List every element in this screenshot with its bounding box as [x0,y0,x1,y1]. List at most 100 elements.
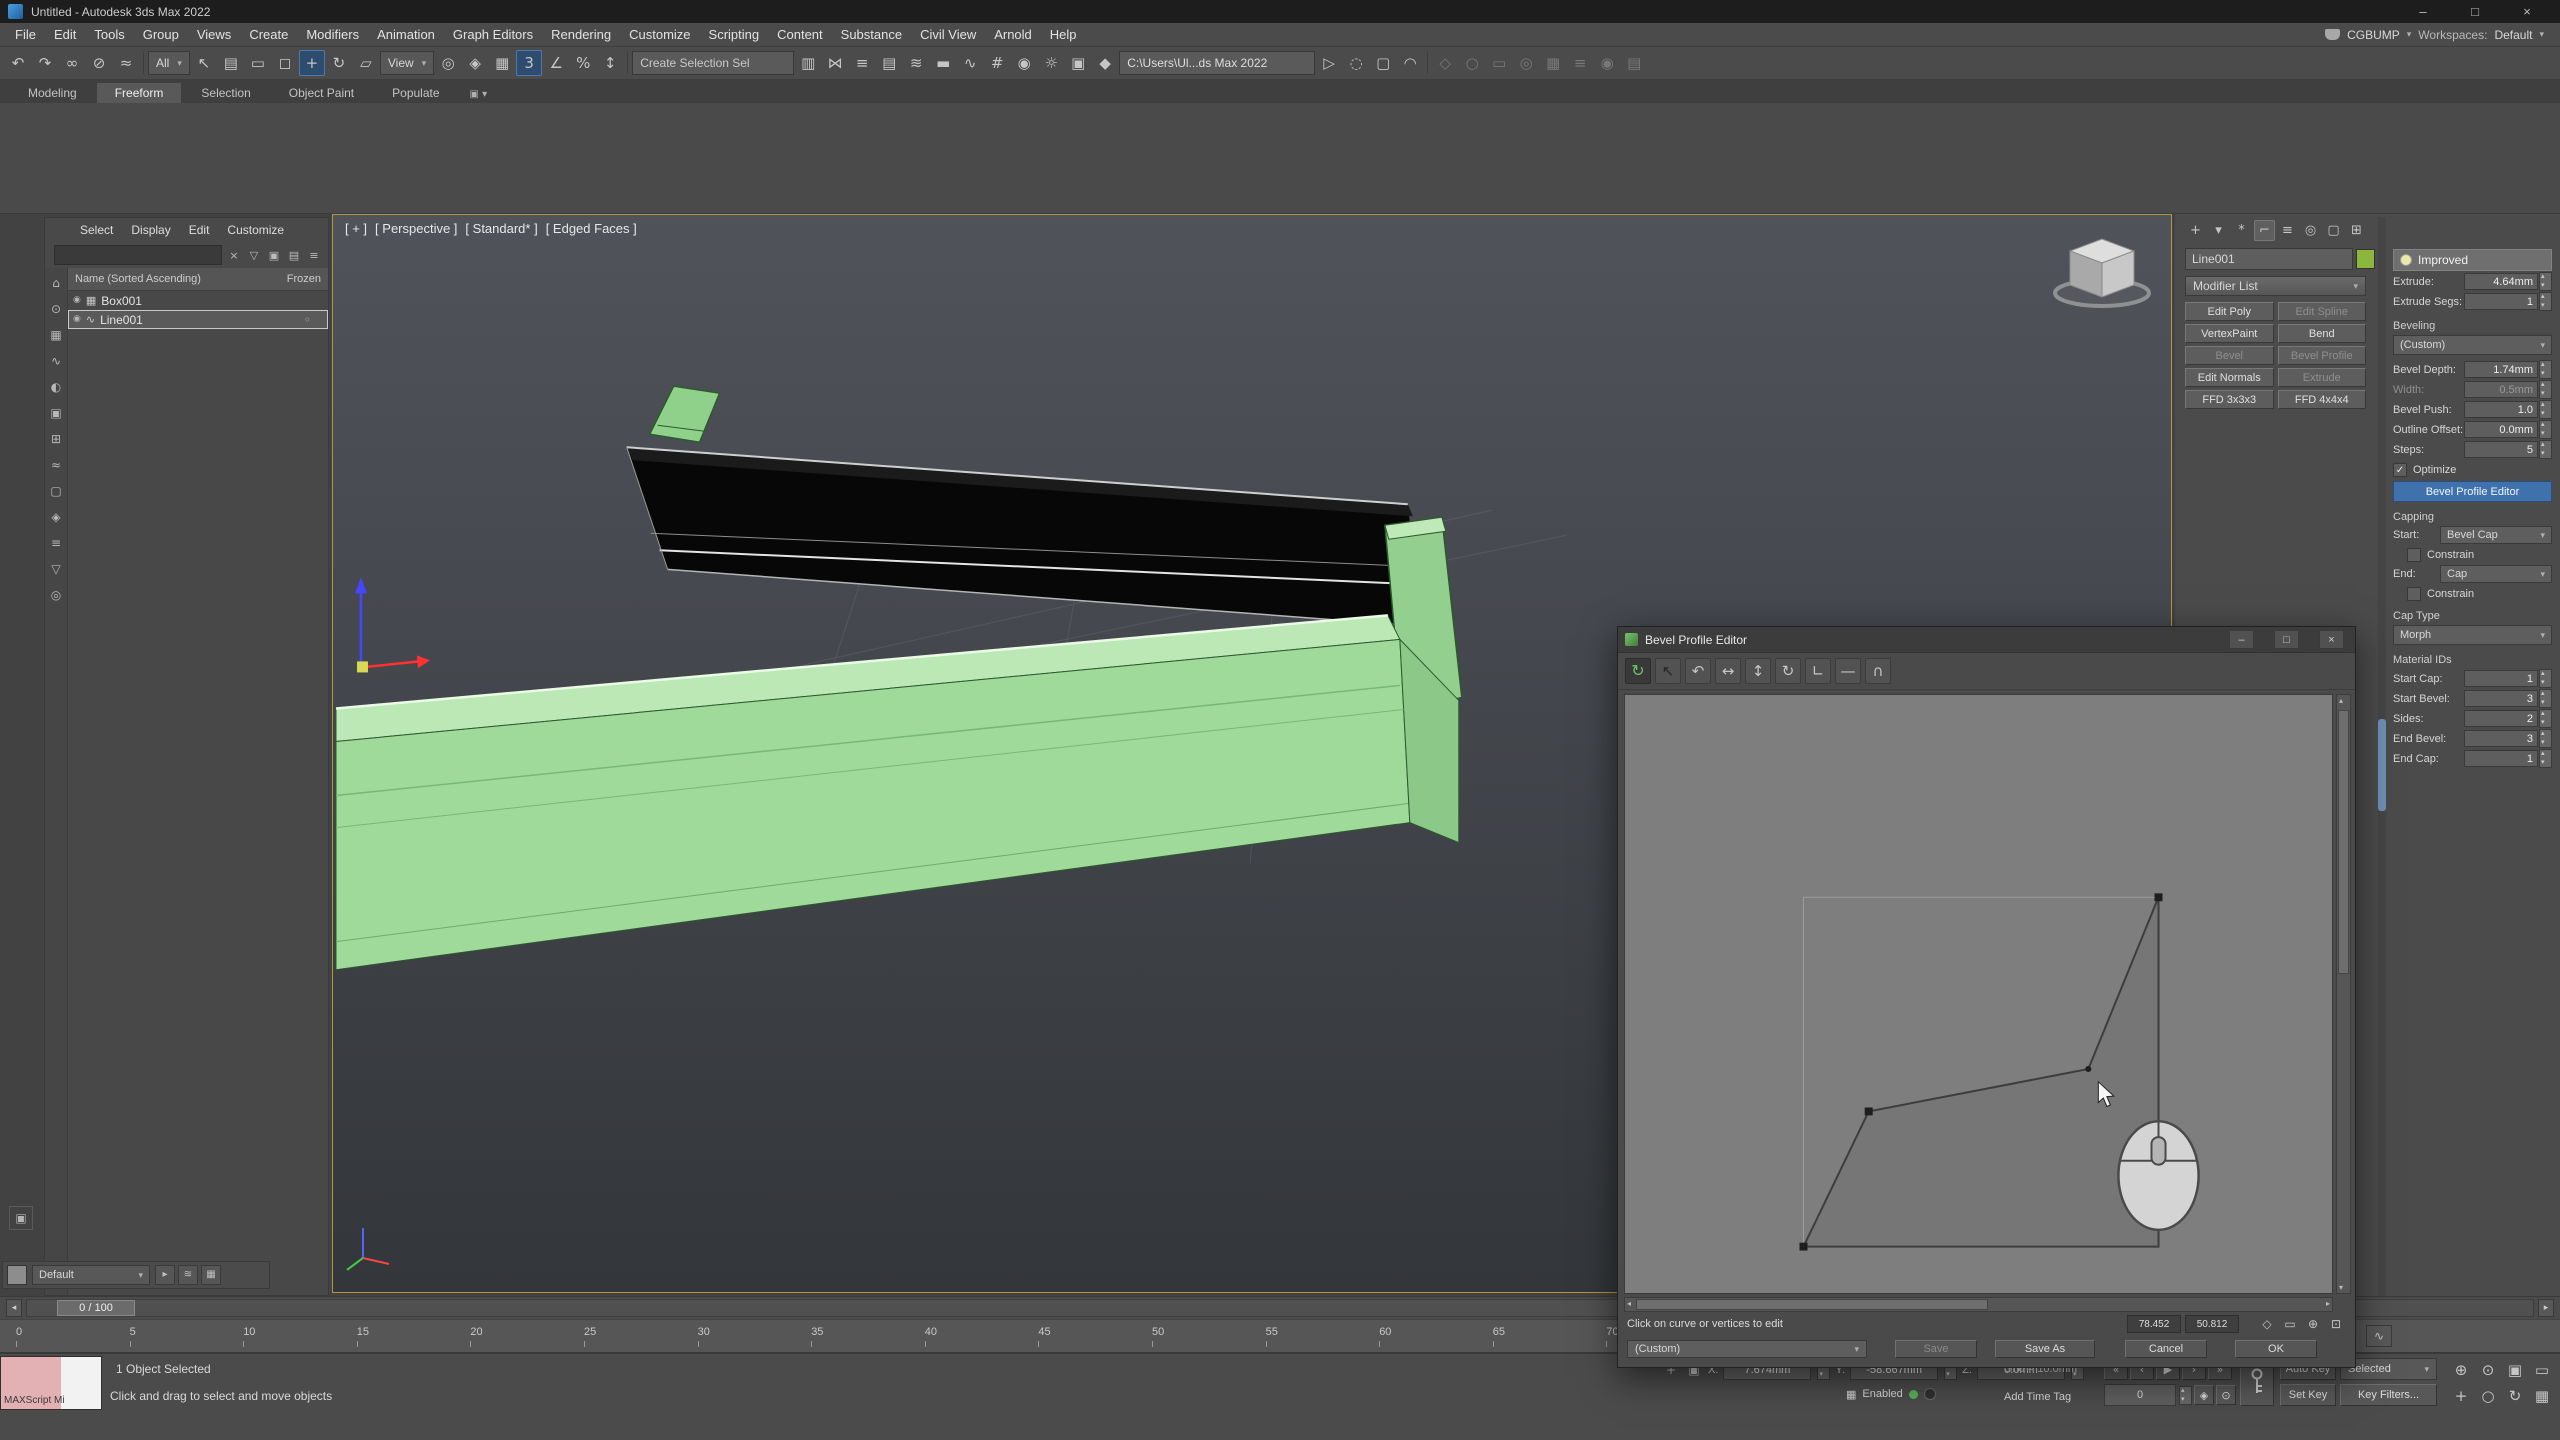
modifier-stack-entry[interactable]: Improved [2393,249,2552,271]
key-mode-toggle-icon[interactable]: ◈ [2194,1385,2214,1405]
modifier-list-dropdown[interactable]: Modifier List▾ [2185,276,2366,296]
ok-button[interactable]: OK [2235,1340,2317,1358]
motion-tab-icon[interactable]: ◎ [2300,220,2321,241]
menu-item[interactable]: Scripting [700,27,769,42]
bevel-profile-editor-button[interactable]: Bevel Profile Editor [2393,481,2552,502]
rotate-profile-icon[interactable]: ↻ [1775,658,1801,684]
modifier-set-button[interactable]: FFD 3x3x3 [2185,390,2274,409]
add-time-tag[interactable]: Add Time Tag [2004,1391,2071,1403]
minimize-button[interactable]: – [2412,4,2434,19]
toolbar-extra-6-icon[interactable]: ≡ [1567,50,1593,76]
viewport-menu-display[interactable]: [ Edged Faces ] [546,221,637,236]
start-cap-dropdown[interactable]: Bevel Cap▾ [2440,526,2552,544]
end-constrain-checkbox[interactable] [2407,587,2421,601]
value-field[interactable]: 0.0mm [2464,421,2538,438]
angle-snap-icon[interactable]: ∠ [543,50,569,76]
spinner[interactable] [2539,440,2552,459]
explorer-menu-item[interactable]: Select [71,223,122,237]
align-icon[interactable]: ≡ [849,50,875,76]
toolbar-extra-4-icon[interactable]: ◎ [1513,50,1539,76]
value-field[interactable]: 4.64mm [2464,273,2538,290]
toolbar-extra-5-icon[interactable]: ▦ [1540,50,1566,76]
value-field[interactable]: 1 [2464,750,2538,767]
modifier-enable-icon[interactable] [2400,254,2412,266]
listener-pane[interactable] [61,1357,101,1409]
curve-editor-icon[interactable]: ∿ [957,50,983,76]
save-as-button[interactable]: Save As [1995,1340,2095,1358]
spinner[interactable] [2539,420,2552,439]
brand-dropdown[interactable]: CGBUMP [2347,28,2400,42]
panel-scrollbar[interactable] [2378,217,2386,1296]
unlink-selection-icon[interactable]: ⊘ [86,50,112,76]
spinner-snap-icon[interactable]: ↕ [597,50,623,76]
se-cameras-icon[interactable]: ▣ [47,404,65,422]
value-field[interactable]: 5 [2464,441,2538,458]
ribbon-tab[interactable]: Freeform [97,83,182,103]
select-and-rotate-icon[interactable]: ↻ [326,50,352,76]
render-in-cloud-icon[interactable]: ◌ [1343,50,1369,76]
key-filters-button[interactable]: Key Filters... [2340,1384,2437,1406]
render-production-icon[interactable]: ◆ [1092,50,1118,76]
value-field[interactable]: 1 [2464,293,2538,310]
menu-item[interactable]: Civil View [911,27,985,42]
se-xrefs-icon[interactable]: ◈ [47,508,65,526]
menu-item[interactable]: Content [768,27,832,42]
object-name-field[interactable]: Line001 [2185,248,2353,270]
menu-item[interactable]: Customize [620,27,699,42]
cancel-button[interactable]: Cancel [2125,1340,2207,1358]
se-display-all-icon[interactable]: ⊙ [47,300,65,318]
se-spacewarps-icon[interactable]: ≈ [47,456,65,474]
viewport-menu-shading[interactable]: [ Standard* ] [465,221,537,236]
spinner[interactable] [2539,380,2552,399]
next-frame-arrow[interactable]: ▸ [2538,1299,2554,1317]
pin-icon[interactable]: ▸ [155,1265,175,1285]
flip-horizontal-icon[interactable]: ↔ [1715,658,1741,684]
modifier-set-button[interactable]: Bend [2278,324,2367,343]
lock-explorer-icon[interactable]: ▣ [265,246,283,264]
grid-icon[interactable]: ▦ [201,1265,221,1285]
bind-to-space-warp-icon[interactable]: ≈ [113,50,139,76]
pan-icon[interactable]: ◇ [2257,1314,2277,1334]
default-preset-dropdown[interactable]: Default▾ [32,1265,150,1285]
dialog-close-button[interactable]: × [2319,630,2344,649]
scrollbar-thumb[interactable] [2378,719,2386,811]
toggle-ribbon-icon[interactable]: ▬ [930,50,956,76]
profile-preset-dropdown[interactable]: (Custom)▾ [1627,1340,1867,1358]
current-frame-field[interactable]: 0 [2104,1384,2176,1406]
material-swatch[interactable] [7,1265,27,1285]
vertical-scrollbar[interactable] [2336,694,2351,1294]
redo-icon[interactable]: ↷ [32,50,58,76]
menu-item[interactable]: Substance [832,27,911,42]
hierarchy-tab-icon[interactable]: ≡ [2277,220,2298,241]
menu-item[interactable]: Animation [368,27,444,42]
modifier-set-button[interactable]: Edit Normals [2185,368,2274,387]
list-item[interactable]: ◉ ▦ Box001 [68,291,328,310]
pan-icon[interactable]: + [2448,1384,2474,1408]
visibility-icon[interactable]: ◉ [73,296,81,305]
select-and-move-icon[interactable]: + [299,50,325,76]
end-cap-dropdown[interactable]: Cap▾ [2440,565,2552,583]
modifier-set-button[interactable]: Extrude [2278,368,2367,387]
time-configuration-icon[interactable]: ⊙ [2216,1385,2236,1405]
selection-filter-dropdown[interactable]: All▾ [148,51,190,75]
ribbon-options-icon[interactable]: ▣ ▾ [460,87,498,103]
zoom-region-icon[interactable]: ▭ [2529,1358,2555,1382]
explorer-column-header[interactable]: Name (Sorted Ascending) Frozen [68,268,328,291]
named-selection-set-input[interactable]: Create Selection Sel [632,51,794,75]
menu-item[interactable]: File [6,27,45,42]
mini-curve-editor-icon[interactable]: ∿ [2366,1325,2392,1347]
value-field[interactable]: 1.0 [2464,401,2538,418]
material-editor-icon[interactable]: ◉ [1011,50,1037,76]
optimize-checkbox[interactable]: ✓ [2393,463,2407,477]
menu-item[interactable]: Views [188,27,240,42]
bevel-profile-object-black[interactable] [627,386,1421,626]
plus-icon[interactable]: + [2185,220,2206,241]
menu-item[interactable]: Modifiers [297,27,368,42]
maximize-button[interactable]: □ [2464,4,2486,19]
menu-item[interactable]: Arnold [985,27,1041,42]
modifier-set-button[interactable]: Edit Spline [2278,302,2367,321]
beveling-preset-dropdown[interactable]: (Custom)▾ [2393,335,2552,355]
workspace-dropdown[interactable]: Default [2494,28,2532,42]
menu-item[interactable]: Rendering [542,27,620,42]
value-field[interactable]: 1.74mm [2464,361,2538,378]
